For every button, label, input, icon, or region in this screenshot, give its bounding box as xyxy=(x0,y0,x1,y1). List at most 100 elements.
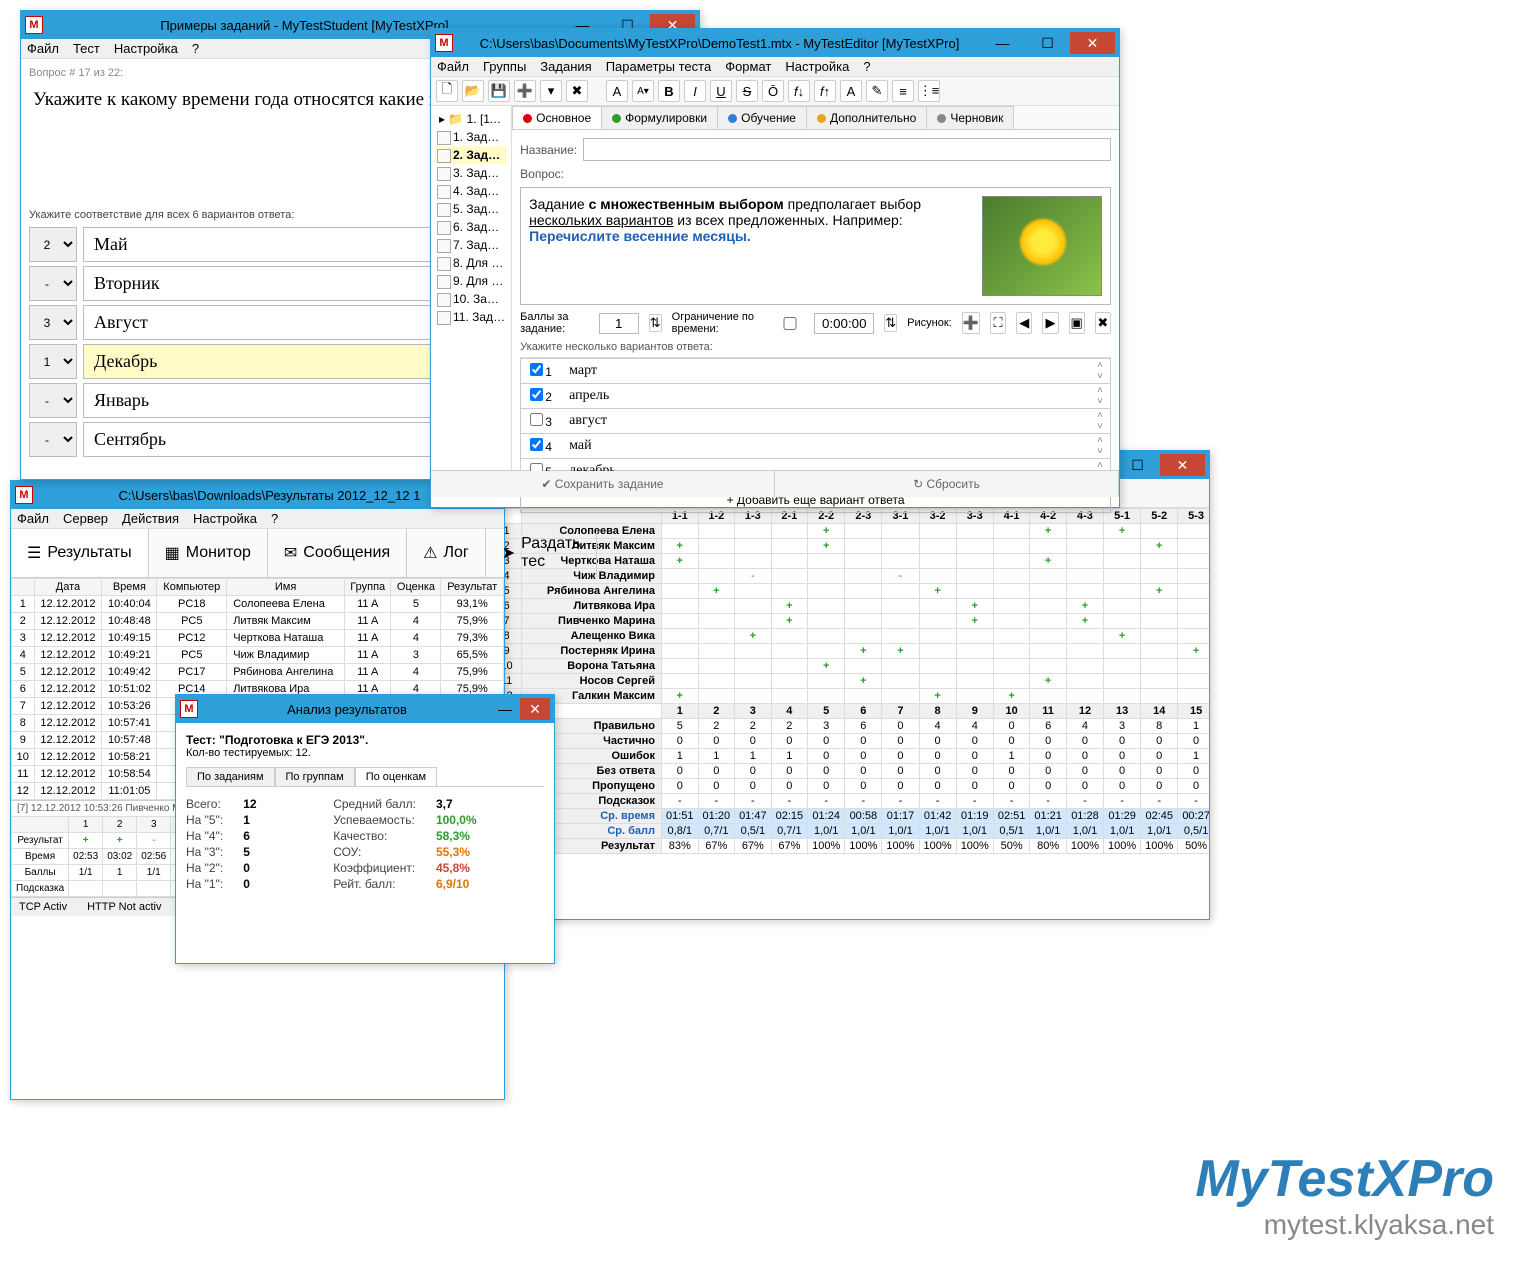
answer-checkbox[interactable]: 4 xyxy=(521,434,561,458)
minimize-button[interactable] xyxy=(490,698,520,720)
menu-item[interactable]: Сервер xyxy=(63,511,108,526)
analysis-tab[interactable]: По оценкам xyxy=(355,767,437,786)
answer-up-icon[interactable]: ˄˅ xyxy=(1090,360,1110,382)
font-size-small-a[interactable]: A▾ xyxy=(632,80,654,102)
menu-item[interactable]: ? xyxy=(192,41,199,56)
col-header[interactable] xyxy=(12,579,35,596)
analysis-tab[interactable]: По заданиям xyxy=(186,767,275,786)
menu-item[interactable]: Настройка xyxy=(785,59,849,74)
tree-item[interactable]: 5. Задание на указа xyxy=(435,200,507,218)
col-header[interactable]: Оценка xyxy=(391,579,441,596)
table-row[interactable]: 512.12.201210:49:42PC17Рябинова Ангелина… xyxy=(12,664,504,681)
col-header[interactable]: Имя xyxy=(227,579,345,596)
answer-up-icon[interactable]: ˄˅ xyxy=(1090,435,1110,457)
match-select[interactable]: - xyxy=(29,383,77,418)
match-select[interactable]: 1 xyxy=(29,344,77,379)
bold-icon[interactable]: B xyxy=(658,80,680,102)
numbered-list-icon[interactable]: ⋮≡ xyxy=(918,80,940,102)
menu-item[interactable]: Параметры теста xyxy=(606,59,712,74)
answer-checkbox[interactable]: 2 xyxy=(521,384,561,408)
list-icon[interactable]: ≡ xyxy=(892,80,914,102)
italic-icon[interactable]: I xyxy=(684,80,706,102)
results-tab[interactable]: ☰Результаты xyxy=(11,529,149,577)
col-header[interactable]: Компьютер xyxy=(157,579,227,596)
student-name[interactable]: Носов Сергей xyxy=(522,674,662,689)
close-button[interactable] xyxy=(1070,32,1115,54)
close-button[interactable] xyxy=(1160,454,1205,476)
col-header[interactable]: Результат xyxy=(441,579,504,596)
menu-item[interactable]: Тест xyxy=(73,41,100,56)
open-icon[interactable]: 📂 xyxy=(462,80,484,102)
editor-tabs[interactable]: ОсновноеФормулировкиОбучениеДополнительн… xyxy=(512,106,1119,130)
student-name[interactable]: Пивченко Марина xyxy=(522,614,662,629)
answer-up-icon[interactable]: ˄˅ xyxy=(1090,410,1110,432)
student-name[interactable]: Постерняк Ирина xyxy=(522,644,662,659)
results-tab[interactable]: ➤Раздать тес xyxy=(486,529,598,577)
spreadsheet-grid[interactable]: 1-11-21-32-12-22-33-13-23-34-14-24-35-15… xyxy=(491,508,1209,854)
tree-item[interactable]: 11. Задание типа да xyxy=(435,308,507,326)
table-row[interactable]: 412.12.201210:49:21PC5Чиж Владимир11 A36… xyxy=(12,647,504,664)
delete-icon[interactable]: ✖ xyxy=(566,80,588,102)
font-color-icon[interactable]: A xyxy=(840,80,862,102)
menu-item[interactable]: Файл xyxy=(27,41,59,56)
tree-item[interactable]: 7. Задание на ручно xyxy=(435,236,507,254)
editor-menubar[interactable]: ФайлГруппыЗаданияПараметры тестаФорматНа… xyxy=(431,57,1119,77)
score-input[interactable] xyxy=(599,313,639,334)
tree-item[interactable]: 8. Для ответа на за xyxy=(435,254,507,272)
results-tab[interactable]: ▦Монитор xyxy=(149,529,268,577)
answer-checkbox[interactable]: 1 xyxy=(521,359,561,383)
tree-item[interactable]: 3. Задание с указан xyxy=(435,164,507,182)
match-select[interactable]: 3 xyxy=(29,305,77,340)
formula-icon[interactable]: f↓ xyxy=(788,80,810,102)
answer-text[interactable]: май xyxy=(561,434,1090,458)
tree-item[interactable]: 4. Задание на сопос xyxy=(435,182,507,200)
menu-item[interactable]: ? xyxy=(863,59,870,74)
tree-root[interactable]: ▸ 📁 1. [11] Различные типы з xyxy=(435,110,507,128)
student-name[interactable]: Алещенко Вика xyxy=(522,629,662,644)
maximize-button[interactable] xyxy=(1115,454,1160,476)
answer-text[interactable]: август xyxy=(561,409,1090,433)
image-delete-icon[interactable]: ✖ xyxy=(1095,312,1111,334)
tab-Формулировки[interactable]: Формулировки xyxy=(601,106,718,129)
menu-item[interactable]: Настройка xyxy=(193,511,257,526)
image-edit-icon[interactable]: ▣ xyxy=(1069,312,1085,334)
tab-Обучение[interactable]: Обучение xyxy=(717,106,807,129)
answer-text[interactable]: март xyxy=(561,359,1090,383)
menu-item[interactable]: ? xyxy=(271,511,278,526)
tab-Дополнительно[interactable]: Дополнительно xyxy=(806,106,927,129)
menu-item[interactable]: Действия xyxy=(122,511,179,526)
table-row[interactable]: 312.12.201210:49:15PC12Черткова Наташа11… xyxy=(12,630,504,647)
answer-text[interactable]: апрель xyxy=(561,384,1090,408)
tree-item[interactable]: 10. Задание типа за xyxy=(435,290,507,308)
menu-item[interactable]: Группы xyxy=(483,59,526,74)
question-tree[interactable]: ▸ 📁 1. [11] Различные типы з1. Задание с… xyxy=(431,106,512,470)
answer-checkbox[interactable]: 3 xyxy=(521,409,561,433)
strike-icon[interactable]: S xyxy=(736,80,758,102)
results-tab[interactable]: ✉Сообщения xyxy=(268,529,407,577)
tab-Черновик[interactable]: Черновик xyxy=(926,106,1014,129)
table-row[interactable]: 212.12.201210:48:48PC5Литвяк Максим11 A4… xyxy=(12,613,504,630)
student-name[interactable]: Литвякова Ира xyxy=(522,599,662,614)
close-button[interactable] xyxy=(520,698,550,720)
name-input[interactable] xyxy=(583,138,1111,161)
match-select[interactable]: 2 xyxy=(29,227,77,262)
superscript-icon[interactable]: f↑ xyxy=(814,80,836,102)
tab-Основное[interactable]: Основное xyxy=(512,106,602,129)
timelimit-checkbox[interactable] xyxy=(776,317,804,330)
maximize-button[interactable] xyxy=(1025,32,1070,54)
add-icon[interactable]: ➕ xyxy=(514,80,536,102)
match-select[interactable]: - xyxy=(29,422,77,457)
font-size-a[interactable]: A xyxy=(606,80,628,102)
reset-button[interactable]: ↻ Сбросить xyxy=(775,471,1119,497)
save-icon[interactable]: 💾 xyxy=(488,80,510,102)
overline-icon[interactable]: Ō xyxy=(762,80,784,102)
timelimit-input[interactable] xyxy=(814,313,874,334)
student-name[interactable]: Рябинова Ангелина xyxy=(522,584,662,599)
results-tab[interactable]: ⚠Лог xyxy=(407,529,486,577)
underline-icon[interactable]: U xyxy=(710,80,732,102)
new-icon[interactable]: 🗋 xyxy=(436,80,458,102)
score-spinner[interactable]: ⇅ xyxy=(649,314,662,332)
save-task-button[interactable]: ✔ Сохранить задание xyxy=(431,471,775,497)
tree-item[interactable]: 1. Задание с одиноч xyxy=(435,128,507,146)
menu-item[interactable]: Файл xyxy=(437,59,469,74)
